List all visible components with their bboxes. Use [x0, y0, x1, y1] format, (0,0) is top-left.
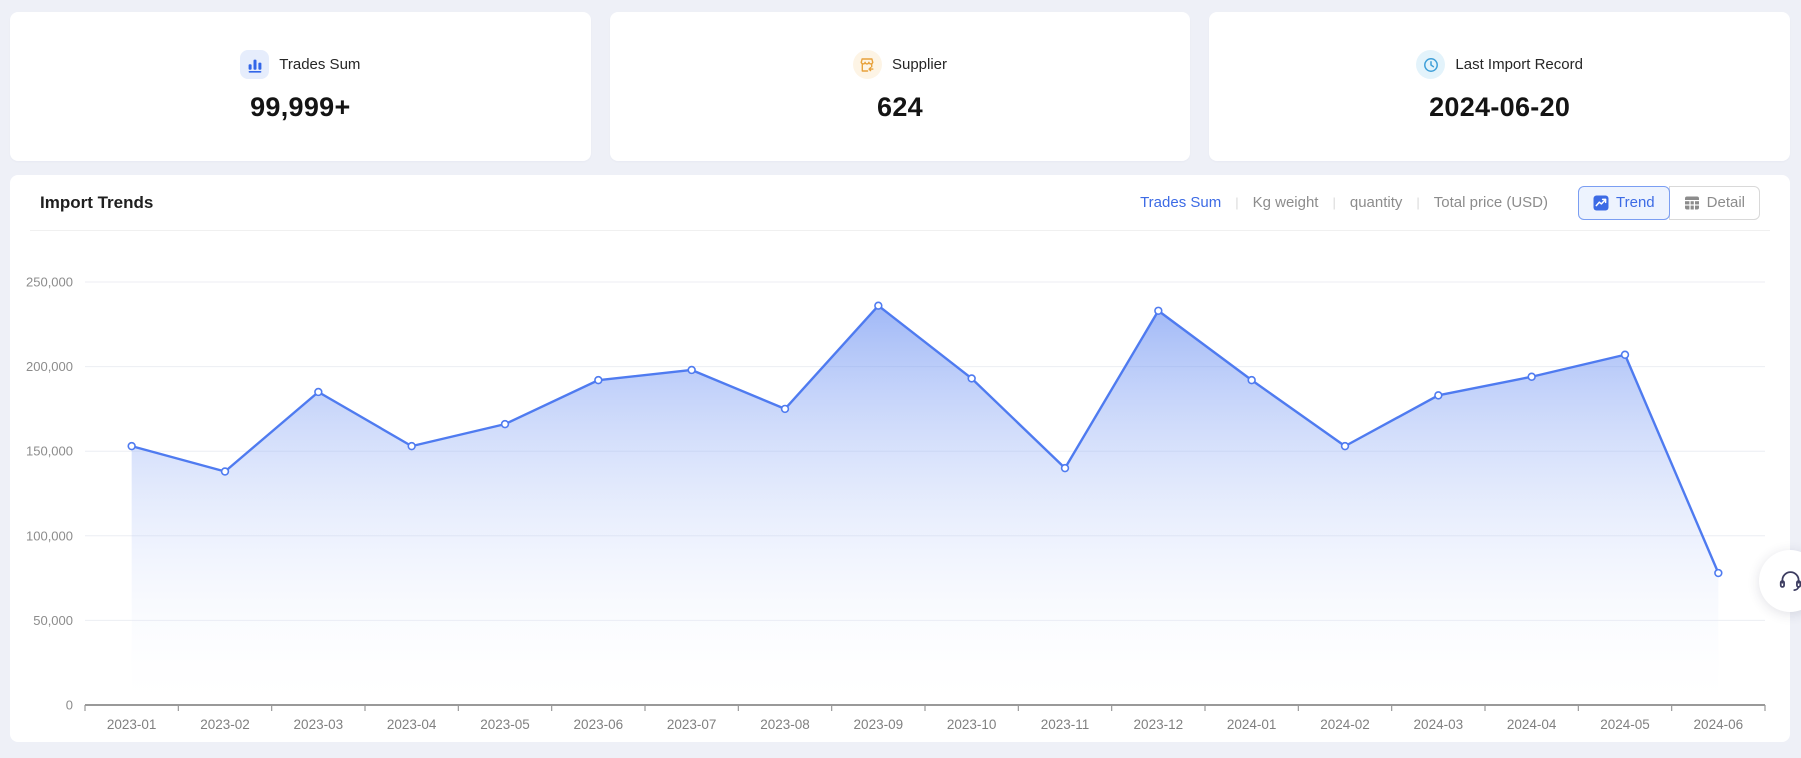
page-title: Import Trends — [40, 193, 153, 213]
table-icon — [1684, 195, 1700, 211]
data-point-2024-02 — [1342, 443, 1349, 450]
svg-text:2023-04: 2023-04 — [387, 717, 437, 732]
data-point-2024-05 — [1622, 351, 1629, 358]
tab-separator: | — [1235, 195, 1238, 210]
svg-text:2024-06: 2024-06 — [1694, 717, 1744, 732]
bar-chart-icon — [240, 50, 269, 79]
metric-tabs: Trades Sum | Kg weight | quantity | Total pric… — [1140, 194, 1548, 211]
svg-text:2023-02: 2023-02 — [200, 717, 250, 732]
svg-text:2023-07: 2023-07 — [667, 717, 717, 732]
svg-text:2023-11: 2023-11 — [1041, 717, 1090, 732]
trend-button[interactable]: Trend — [1578, 186, 1670, 220]
stat-cards-row: Trades Sum 99,999+ Supplier 624 — [10, 12, 1790, 161]
metric-tab-kg-weight[interactable]: Kg weight — [1253, 194, 1319, 211]
metric-tab-quantity[interactable]: quantity — [1350, 194, 1403, 211]
headset-icon — [1777, 568, 1801, 595]
trend-button-label: Trend — [1616, 194, 1655, 211]
tab-separator: | — [1416, 195, 1419, 210]
metric-tab-total-price-usd[interactable]: Total price (USD) — [1434, 194, 1548, 211]
svg-text:2024-03: 2024-03 — [1414, 717, 1464, 732]
data-point-2023-12 — [1155, 307, 1162, 314]
svg-text:2024-04: 2024-04 — [1507, 717, 1557, 732]
data-point-2023-11 — [1062, 465, 1069, 472]
data-point-2023-07 — [688, 367, 695, 374]
card-value: 624 — [877, 92, 923, 123]
data-point-2023-05 — [502, 421, 509, 428]
svg-text:0: 0 — [66, 698, 73, 713]
svg-text:2023-10: 2023-10 — [947, 717, 997, 732]
detail-button-label: Detail — [1707, 194, 1745, 211]
data-point-2024-01 — [1248, 377, 1255, 384]
data-point-2023-09 — [875, 302, 882, 309]
detail-button[interactable]: Detail — [1669, 186, 1760, 220]
card-label: Trades Sum — [279, 56, 360, 73]
data-point-2023-02 — [222, 468, 229, 475]
trend-icon — [1593, 195, 1609, 211]
data-point-2024-04 — [1528, 373, 1535, 380]
svg-text:150,000: 150,000 — [26, 444, 73, 459]
storefront-icon — [853, 50, 882, 79]
card-last-import-record: Last Import Record 2024-06-20 — [1209, 12, 1790, 161]
card-value: 99,999+ — [250, 92, 350, 123]
data-point-2024-03 — [1435, 392, 1442, 399]
card-value: 2024-06-20 — [1429, 92, 1570, 123]
svg-text:250,000: 250,000 — [26, 275, 73, 290]
data-point-2024-06 — [1715, 570, 1722, 577]
svg-text:2023-09: 2023-09 — [854, 717, 904, 732]
svg-text:2024-01: 2024-01 — [1227, 717, 1277, 732]
data-point-2023-10 — [968, 375, 975, 382]
card-trades-sum: Trades Sum 99,999+ — [10, 12, 591, 161]
svg-text:50,000: 50,000 — [33, 613, 73, 628]
card-label: Last Import Record — [1455, 56, 1583, 73]
data-point-2023-03 — [315, 389, 322, 396]
metric-tab-trades-sum[interactable]: Trades Sum — [1140, 194, 1221, 211]
svg-text:100,000: 100,000 — [26, 528, 73, 543]
import-trends-panel: Import Trends Trades Sum | Kg weight | quant… — [10, 175, 1790, 742]
data-point-2023-04 — [408, 443, 415, 450]
panel-header: Import Trends Trades Sum | Kg weight | quant… — [30, 175, 1770, 231]
svg-text:2023-03: 2023-03 — [294, 717, 344, 732]
svg-text:2023-12: 2023-12 — [1134, 717, 1184, 732]
svg-text:2023-06: 2023-06 — [574, 717, 624, 732]
tab-separator: | — [1332, 195, 1335, 210]
clock-icon — [1416, 50, 1445, 79]
svg-text:2023-05: 2023-05 — [480, 717, 530, 732]
import-trends-chart: 0 50,000 100,000 150,000 200,000 250,000 2023-… — [10, 231, 1790, 742]
svg-text:2024-02: 2024-02 — [1320, 717, 1370, 732]
data-point-2023-01 — [128, 443, 135, 450]
svg-text:2023-08: 2023-08 — [760, 717, 810, 732]
data-point-2023-08 — [782, 406, 789, 413]
data-point-2023-06 — [595, 377, 602, 384]
view-toggle-group: Trend Detai — [1578, 186, 1760, 220]
card-supplier: Supplier 624 — [610, 12, 1191, 161]
svg-text:2024-05: 2024-05 — [1600, 717, 1650, 732]
svg-text:2023-01: 2023-01 — [107, 717, 157, 732]
svg-text:200,000: 200,000 — [26, 359, 73, 374]
card-label: Supplier — [892, 56, 947, 73]
